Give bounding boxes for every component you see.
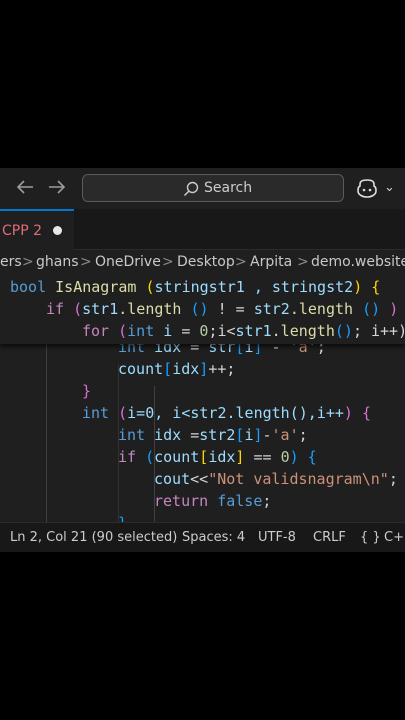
code-line: count[idx]++; bbox=[118, 360, 236, 378]
chevron-right-icon: > bbox=[235, 254, 247, 270]
title-bar: Search ⌄ bbox=[0, 168, 405, 209]
breadcrumb: ers > ghans > OneDrive > Desktop > Arpit… bbox=[0, 254, 405, 276]
code-line: int (i=0, i<str2.length(),i++) { bbox=[82, 404, 371, 422]
code-line: if (count[idx] == 0) { bbox=[118, 448, 317, 466]
chevron-right-icon: > bbox=[22, 254, 34, 270]
language-mode[interactable]: C+ bbox=[384, 530, 404, 545]
status-bar: Ln 2, Col 21 (90 selected) Spaces: 4 UTF… bbox=[0, 522, 405, 552]
arrow-right-icon[interactable] bbox=[48, 178, 66, 200]
chevron-right-icon: > bbox=[80, 254, 92, 270]
sticky-scroll[interactable]: bool IsAnagram (stringstr1 , stringst2) … bbox=[0, 276, 405, 344]
braces-icon[interactable]: { } bbox=[360, 530, 381, 545]
cursor-position[interactable]: Ln 2, Col 21 (90 selected) bbox=[10, 530, 177, 545]
code-line: } bbox=[82, 382, 92, 400]
copilot-icon[interactable] bbox=[356, 178, 378, 202]
code-line: int idx =str2[i]-'a'; bbox=[118, 426, 308, 444]
tab-label: CPP 2 bbox=[2, 223, 43, 239]
code-line: cout<<"Not validsnagram\n"; bbox=[154, 470, 398, 488]
breadcrumb-item[interactable]: Arpita bbox=[250, 254, 292, 270]
code-line: return false; bbox=[154, 492, 272, 510]
chevron-right-icon: > bbox=[297, 254, 309, 270]
breadcrumb-item[interactable]: ghans bbox=[36, 254, 79, 270]
code-line: for (int i = 0;i<str1.length(); i++) bbox=[82, 322, 405, 340]
code-line: bool IsAnagram (stringstr1 , stringst2) … bbox=[10, 278, 381, 296]
breadcrumb-item[interactable]: ers bbox=[0, 254, 22, 270]
editor-window: Search ⌄ CPP 2 ers > ghans > OneDrive > … bbox=[0, 168, 405, 552]
search-label: Search bbox=[204, 180, 253, 196]
breadcrumb-item[interactable]: demo.website bbox=[311, 254, 405, 270]
search-icon bbox=[183, 181, 199, 201]
command-center-search[interactable]: Search bbox=[82, 174, 344, 202]
breadcrumb-item[interactable]: OneDrive bbox=[95, 254, 161, 270]
code-editor[interactable]: bool IsAnagram (stringstr1 , stringst2) … bbox=[0, 276, 405, 532]
tab-bar: CPP 2 bbox=[0, 209, 405, 250]
unsaved-dot-icon[interactable] bbox=[53, 226, 62, 235]
chevron-right-icon: > bbox=[162, 254, 174, 270]
eol-setting[interactable]: CRLF bbox=[313, 530, 346, 545]
arrow-left-icon[interactable] bbox=[16, 178, 34, 200]
encoding-setting[interactable]: UTF-8 bbox=[258, 530, 296, 545]
tab-cpp2[interactable]: CPP 2 bbox=[0, 209, 74, 250]
indent-guide bbox=[46, 344, 47, 522]
chevron-down-icon[interactable]: ⌄ bbox=[384, 180, 395, 195]
indentation-setting[interactable]: Spaces: 4 bbox=[182, 530, 245, 545]
breadcrumb-item[interactable]: Desktop bbox=[177, 254, 235, 270]
code-line: if (str1.length () ! = str2.length () ) bbox=[46, 300, 399, 318]
